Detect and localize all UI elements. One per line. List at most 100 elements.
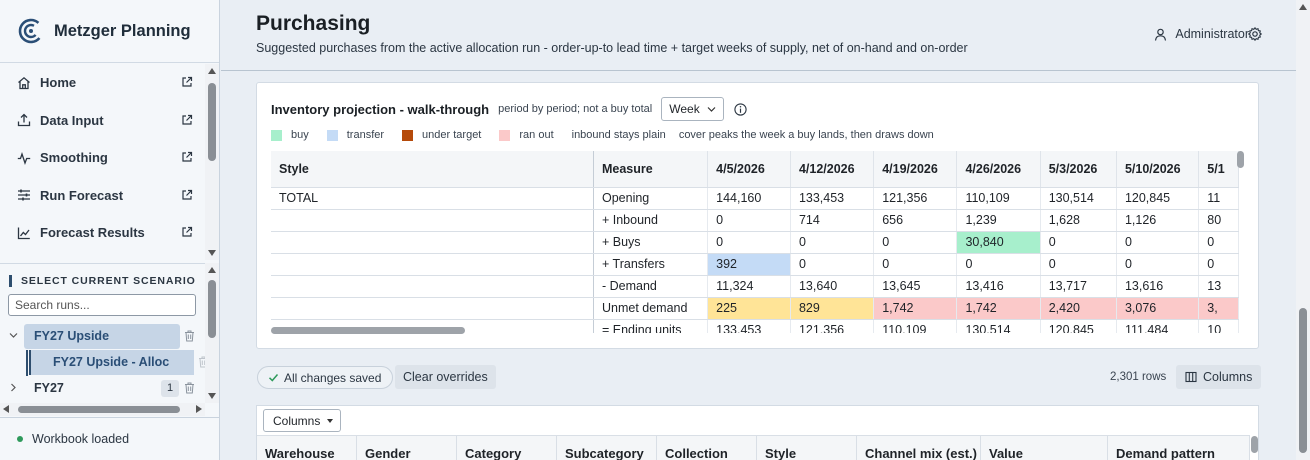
scroll-up-arrow[interactable] [208,267,216,273]
column-header[interactable]: 4/5/2026 [707,151,791,188]
columns-dropdown[interactable]: Columns [263,409,342,432]
column-header[interactable]: 5/1 [1198,151,1239,188]
value-cell[interactable]: 0 [1040,253,1117,276]
scroll-thumb[interactable] [18,406,180,413]
scroll-thumb[interactable] [271,327,465,334]
trash-icon[interactable] [184,382,195,394]
trash-icon[interactable] [184,330,195,342]
value-cell[interactable]: 13,717 [1040,275,1117,298]
value-cell[interactable]: 0 [790,253,875,276]
scenario-horizontal-scrollbar[interactable] [0,403,205,416]
trash-icon[interactable] [198,356,205,368]
column-header[interactable]: Channel mix (est.) [857,436,981,460]
scroll-right-arrow[interactable] [196,405,202,413]
column-header[interactable]: Style [757,436,857,460]
info-icon[interactable] [734,102,747,116]
column-header[interactable]: Gender [357,436,457,460]
column-header[interactable]: Style [271,151,594,188]
value-cell[interactable]: 656 [873,209,958,232]
nav-item-data-input[interactable]: Data Input [0,102,205,140]
nav-item-run-forecast[interactable]: Run Forecast [0,177,205,215]
scroll-thumb[interactable] [1251,436,1258,453]
chevron-right-icon[interactable] [9,383,18,392]
scenario-scrollbar[interactable] [205,263,219,403]
value-cell[interactable]: 1,628 [1040,209,1117,232]
value-cell[interactable]: 110,109 [956,187,1041,210]
scroll-down-arrow[interactable] [208,250,216,256]
value-cell[interactable]: 0 [707,231,791,254]
value-cell[interactable]: 13 [1198,275,1239,298]
period-select[interactable]: Week [661,97,724,121]
value-cell[interactable]: 829 [790,297,875,320]
column-header[interactable]: 4/26/2026 [956,151,1041,188]
scroll-thumb[interactable] [1237,151,1244,168]
value-cell[interactable]: 11,324 [707,275,791,298]
column-header[interactable]: Subcategory [557,436,657,460]
column-header[interactable]: Warehouse [257,436,357,460]
scroll-thumb[interactable] [208,280,216,338]
column-header[interactable]: Category [457,436,557,460]
column-header[interactable]: Measure [593,151,709,188]
value-cell[interactable]: 3, [1198,297,1239,320]
column-header[interactable]: 4/19/2026 [873,151,958,188]
value-cell[interactable]: 0 [873,231,958,254]
value-cell[interactable]: 30,840 [956,231,1041,254]
value-cell[interactable]: 0 [1040,231,1117,254]
value-cell[interactable]: 0 [1116,253,1200,276]
search-runs-input[interactable] [8,294,196,316]
value-cell[interactable]: 0 [1116,231,1200,254]
chevron-down-icon[interactable] [9,331,18,340]
brand[interactable]: Metzger Planning [0,0,219,63]
column-header[interactable]: Value [981,436,1108,460]
value-cell[interactable]: 1,126 [1116,209,1200,232]
column-header[interactable]: Collection [657,436,757,460]
value-cell[interactable]: 144,160 [707,187,791,210]
scroll-left-arrow[interactable] [3,405,9,413]
nav-item-forecast-results[interactable]: Forecast Results [0,214,205,252]
scroll-thumb[interactable] [208,83,216,161]
nav-scrollbar[interactable] [205,64,219,260]
value-cell[interactable]: 714 [790,209,875,232]
value-cell[interactable]: 121,356 [873,187,958,210]
value-cell[interactable]: 392 [707,253,791,276]
value-cell[interactable]: 225 [707,297,791,320]
value-cell[interactable]: 1,742 [873,297,958,320]
value-cell[interactable]: 0 [956,253,1041,276]
nav-item-home[interactable]: Home [0,64,205,102]
value-cell[interactable]: 0 [1198,231,1239,254]
value-cell[interactable]: 0 [790,231,875,254]
scroll-thumb[interactable] [1299,308,1307,453]
column-header[interactable]: Demand pattern [1108,436,1250,460]
column-header[interactable]: 5/10/2026 [1116,151,1200,188]
value-cell[interactable]: 80 [1198,209,1239,232]
value-cell[interactable]: 0 [873,253,958,276]
page-scrollbar[interactable] [1296,0,1310,460]
value-cell[interactable]: 13,645 [873,275,958,298]
columns-button[interactable]: Columns [1176,365,1262,389]
grid-horizontal-scrollbar[interactable] [271,327,1239,335]
scroll-up-arrow[interactable] [1299,4,1307,10]
scroll-down-arrow[interactable] [208,393,216,399]
value-cell[interactable]: 1,239 [956,209,1041,232]
value-cell[interactable]: 130,514 [1040,187,1117,210]
grid-vertical-scrollbar[interactable] [1237,151,1245,327]
gear-icon[interactable] [1248,27,1262,41]
scroll-up-arrow[interactable] [208,68,216,74]
value-cell[interactable]: 13,416 [956,275,1041,298]
column-header[interactable]: 4/12/2026 [790,151,875,188]
clear-overrides-button[interactable]: Clear overrides [395,365,496,389]
value-cell[interactable]: 2,420 [1040,297,1117,320]
value-cell[interactable]: 120,845 [1116,187,1200,210]
value-cell[interactable]: 11 [1198,187,1239,210]
value-cell[interactable]: 13,640 [790,275,875,298]
user-menu[interactable]: Administrator [1154,27,1249,41]
value-cell[interactable]: 3,076 [1116,297,1200,320]
legend-note: cover peaks the week a buy lands, then d… [678,129,934,141]
value-cell[interactable]: 1,742 [956,297,1041,320]
nav-item-smoothing[interactable]: Smoothing [0,139,205,177]
value-cell[interactable]: 13,616 [1116,275,1200,298]
value-cell[interactable]: 0 [707,209,791,232]
value-cell[interactable]: 133,453 [790,187,875,210]
value-cell[interactable]: 0 [1198,253,1239,276]
column-header[interactable]: 5/3/2026 [1040,151,1117,188]
